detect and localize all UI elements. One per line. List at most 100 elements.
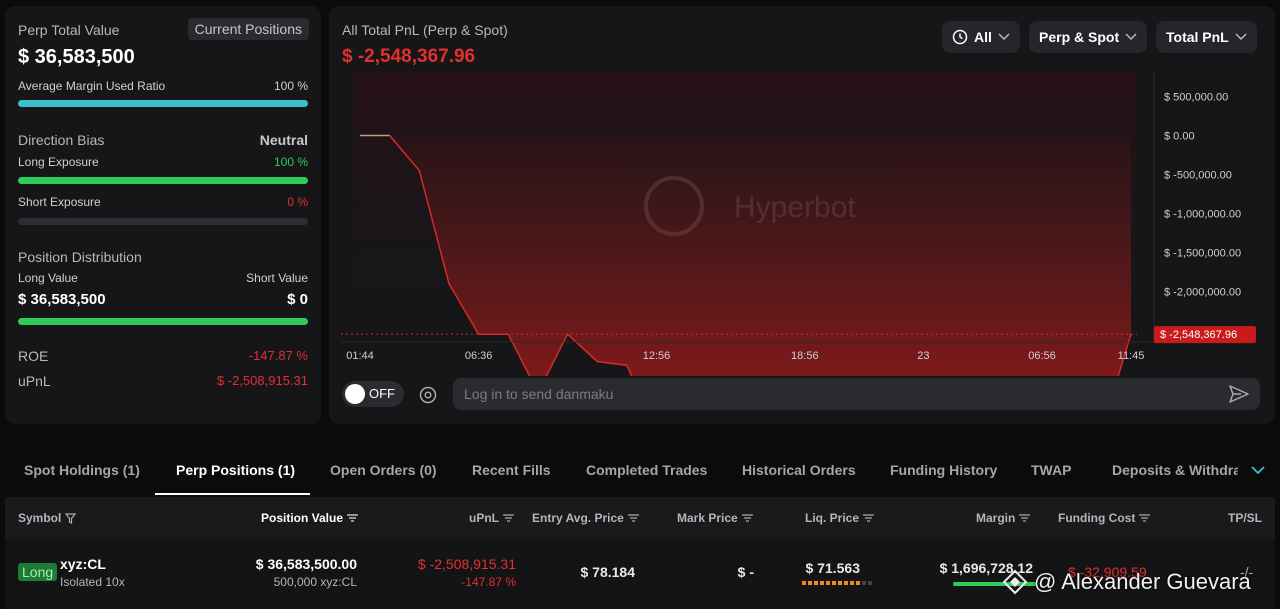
liq-dot: [820, 581, 824, 585]
row-liq-price: $ 71.563: [805, 560, 861, 576]
author-watermark: @ Alexander Guevara: [1002, 569, 1251, 595]
long-exposure-label: Long Exposure: [18, 155, 99, 169]
row-position-value: $ 36,583,500.00: [255, 556, 357, 572]
summary-panel: Perp Total Value Current Positions $ 36,…: [5, 6, 321, 424]
header-entry-price[interactable]: Entry Avg. Price: [532, 511, 639, 525]
filter-icon[interactable]: [65, 512, 77, 524]
long-exposure-value: 100 %: [273, 155, 308, 169]
sort-icon[interactable]: [1139, 514, 1151, 522]
x-tick-label: 11:45: [1118, 350, 1145, 362]
avg-margin-value: 100 %: [273, 79, 308, 93]
tab-funding-history[interactable]: Funding History: [890, 462, 997, 478]
long-exposure-bar: [18, 177, 308, 184]
header-margin-label: Margin: [976, 511, 1016, 525]
x-tick-label: 01:44: [346, 350, 374, 362]
danmaku-toggle-label: OFF: [369, 386, 395, 401]
author-watermark-text: @ Alexander Guevara: [1034, 569, 1251, 594]
short-exposure-value: 0 %: [287, 195, 308, 209]
x-tick-label: 23: [917, 350, 929, 362]
header-symbol[interactable]: Symbol: [18, 511, 77, 525]
liq-dot: [814, 581, 818, 585]
roe-value: -147.87 %: [248, 348, 308, 363]
y-tick-label: $ 500,000.00: [1164, 92, 1228, 104]
header-margin[interactable]: Margin: [976, 511, 1031, 525]
sort-icon[interactable]: [863, 514, 875, 522]
side-badge: Long: [18, 563, 58, 581]
sort-icon[interactable]: [347, 514, 359, 522]
liq-dot: [838, 581, 842, 585]
y-tick-label: $ -500,000.00: [1164, 169, 1232, 181]
liq-dot: [826, 581, 830, 585]
sort-icon[interactable]: [741, 514, 753, 522]
current-positions-button[interactable]: Current Positions: [187, 18, 309, 40]
perp-total-value: $ 36,583,500: [18, 46, 135, 68]
header-upnl[interactable]: uPnL: [469, 511, 514, 525]
header-liq-price[interactable]: Liq. Price: [805, 511, 875, 525]
liq-dot: [844, 581, 848, 585]
settings-icon[interactable]: [418, 385, 438, 405]
avg-margin-bar: [18, 100, 308, 107]
short-exposure-bar: [18, 218, 308, 225]
header-liq-label: Liq. Price: [805, 511, 860, 525]
tab-open-orders[interactable]: Open Orders (0): [330, 462, 437, 478]
tab-recent-fills[interactable]: Recent Fills: [472, 462, 551, 478]
tab-spot-holdings[interactable]: Spot Holdings (1): [24, 462, 140, 478]
direction-bias-value: Neutral: [259, 132, 308, 148]
row-upnl: $ -2,508,915.31: [417, 556, 516, 572]
x-tick-label: 12:56: [643, 350, 671, 362]
liq-dot: [832, 581, 836, 585]
tab-completed-trades[interactable]: Completed Trades: [586, 462, 707, 478]
liq-dot: [868, 581, 872, 585]
header-upnl-label: uPnL: [469, 511, 499, 525]
x-tick-label: 06:36: [465, 350, 493, 362]
perp-total-label: Perp Total Value: [18, 22, 120, 38]
short-value-label: Short Value: [246, 271, 308, 285]
current-value-tag-label: $ -2,548,367.96: [1160, 329, 1237, 341]
distribution-bar: [18, 318, 308, 325]
diamond-logo-icon: [1002, 569, 1028, 595]
header-funding-label: Funding Cost: [1058, 511, 1136, 525]
tab-perp-positions[interactable]: Perp Positions (1): [176, 462, 295, 478]
header-position-value-label: Position Value: [261, 511, 344, 525]
send-icon[interactable]: [1228, 384, 1250, 404]
avg-margin-label: Average Margin Used Ratio: [18, 79, 166, 93]
toggle-knob: [345, 384, 365, 404]
header-mark-price[interactable]: Mark Price: [677, 511, 753, 525]
y-tick-label: $ 0.00: [1164, 131, 1195, 143]
sort-icon[interactable]: [503, 514, 514, 522]
x-tick-label: 18:56: [791, 350, 819, 362]
long-value-label: Long Value: [18, 271, 78, 285]
liq-dot: [802, 581, 806, 585]
tab-deposits-withdraw[interactable]: Deposits & Withdraw: [1112, 462, 1238, 478]
danmaku-toggle[interactable]: OFF: [342, 381, 404, 407]
long-value: $ 36,583,500: [18, 291, 106, 308]
liq-dot: [856, 581, 860, 585]
row-entry-price: $ 78.184: [580, 564, 636, 580]
liq-dot: [850, 581, 854, 585]
sort-icon[interactable]: [627, 514, 639, 522]
upnl-value: $ -2,508,915.31: [216, 373, 308, 388]
header-mark-label: Mark Price: [677, 511, 738, 525]
danmaku-input[interactable]: Log in to send danmaku: [453, 378, 1260, 410]
header-entry-label: Entry Avg. Price: [532, 511, 624, 525]
liq-dot: [808, 581, 812, 585]
active-tab-underline: [155, 493, 310, 495]
header-position-value[interactable]: Position Value: [261, 511, 359, 525]
pnl-chart: Hyperbot$ 500,000.00$ 0.00$ -500,000.00$…: [341, 71, 1256, 376]
tab-historical-orders[interactable]: Historical Orders: [742, 462, 856, 478]
liq-dot: [862, 581, 866, 585]
position-distribution-label: Position Distribution: [18, 249, 142, 265]
header-funding-cost[interactable]: Funding Cost: [1058, 511, 1151, 525]
y-tick-label: $ -2,000,000.00: [1164, 286, 1241, 298]
chevron-down-icon[interactable]: [1251, 466, 1265, 475]
row-mark-price: $ -: [737, 564, 754, 580]
tab-twap[interactable]: TWAP: [1031, 462, 1071, 478]
short-value: $ 0: [287, 291, 308, 308]
row-margin-mode: Isolated 10x: [60, 575, 125, 589]
y-tick-label: $ -1,500,000.00: [1164, 247, 1241, 259]
chart-panel: All Total PnL (Perp & Spot) $ -2,548,367…: [329, 6, 1275, 424]
liq-distance-indicator: [802, 581, 872, 585]
row-symbol[interactable]: xyz:CL: [60, 556, 106, 572]
danmaku-placeholder: Log in to send danmaku: [464, 386, 614, 402]
sort-icon[interactable]: [1019, 514, 1031, 522]
